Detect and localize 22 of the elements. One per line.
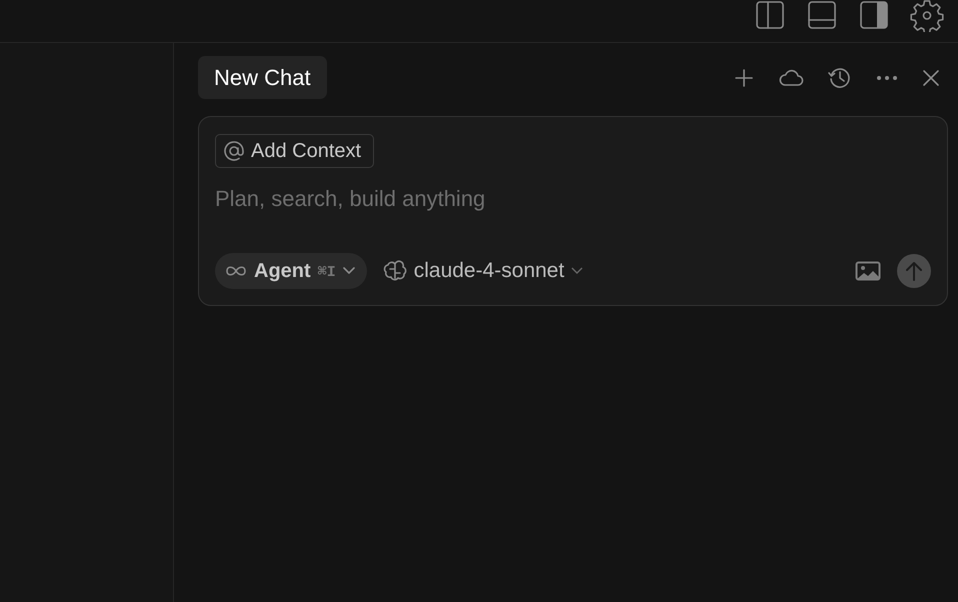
sidebar-right-icon[interactable] [858,0,890,32]
brain-icon [382,260,407,282]
chat-tab[interactable]: New Chat [198,56,327,99]
agent-mode-button[interactable]: Agent ⌘I [215,253,367,289]
infinity-icon [225,265,247,277]
model-selector[interactable]: claude-4-sonnet [382,259,584,283]
image-icon[interactable] [855,261,881,281]
plus-icon[interactable] [734,68,754,88]
cloud-icon[interactable] [778,68,804,88]
shortcut-label: ⌘I [318,262,336,280]
chat-input-field[interactable]: Plan, search, build anything [215,182,931,216]
chevron-down-icon [342,267,355,275]
add-context-button[interactable]: Add Context [215,134,374,168]
sidebar-left-icon[interactable] [754,0,786,32]
arrow-up-icon [906,261,922,281]
history-icon[interactable] [828,66,852,90]
more-icon[interactable] [876,74,898,80]
close-icon[interactable] [922,68,940,86]
settings-icon[interactable] [910,0,944,32]
chevron-down-icon [571,267,584,275]
panel-bottom-icon[interactable] [806,0,838,32]
at-sign-icon [223,140,245,162]
